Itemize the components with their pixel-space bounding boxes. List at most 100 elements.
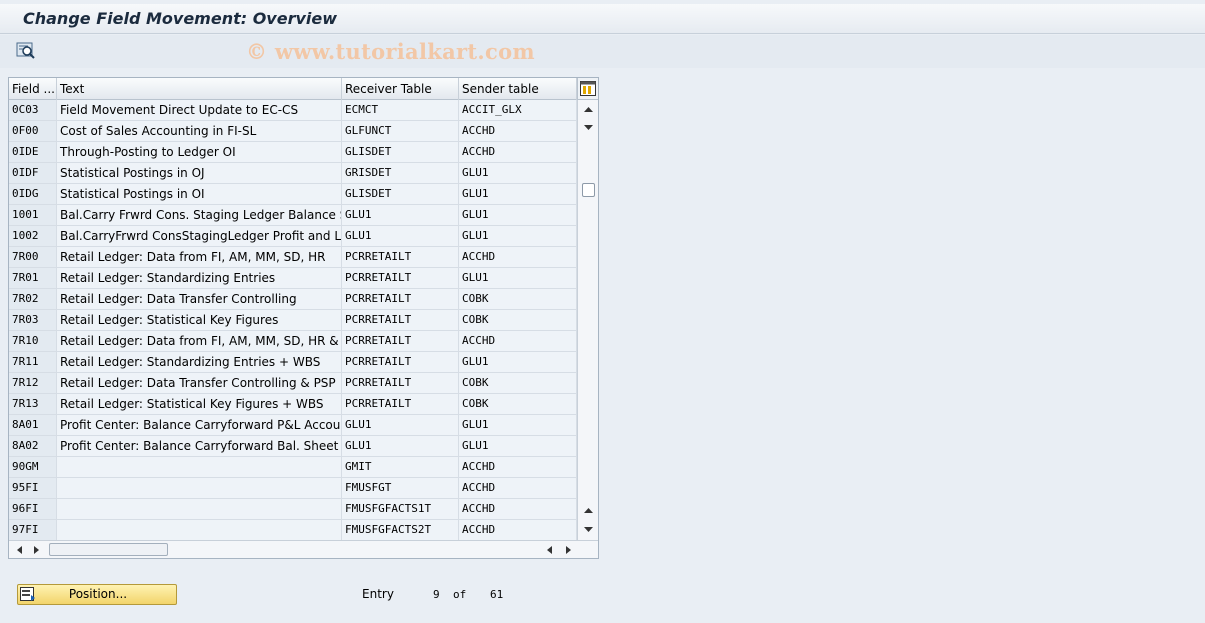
text-cell[interactable] — [57, 520, 342, 540]
table-row[interactable]: 7R00 Retail Ledger: Data from FI, AM, MM,… — [9, 247, 577, 268]
field-key-cell[interactable]: 1001 — [9, 205, 57, 225]
table-row[interactable]: 0F00 Cost of Sales Accounting in FI-SL GLF… — [9, 121, 577, 142]
text-cell[interactable]: Statistical Postings in OJ — [57, 163, 342, 183]
sender-table-cell[interactable]: ACCHD — [459, 331, 577, 351]
table-row[interactable]: 0C03 Field Movement Direct Update to EC-C… — [9, 100, 577, 121]
receiver-table-cell[interactable]: PCRRETAILT — [342, 268, 459, 288]
sender-table-cell[interactable]: COBK — [459, 310, 577, 330]
sender-table-cell[interactable]: ACCHD — [459, 478, 577, 498]
table-row[interactable]: 7R13 Retail Ledger: Statistical Key Figur… — [9, 394, 577, 415]
table-row[interactable]: 1002 Bal.CarryFrwrd ConsStagingLedger Pro… — [9, 226, 577, 247]
field-key-cell[interactable]: 7R00 — [9, 247, 57, 267]
text-cell[interactable]: Profit Center: Balance Carryforward P&L … — [57, 415, 342, 435]
field-key-cell[interactable]: 97FI — [9, 520, 57, 540]
field-key-cell[interactable]: 8A02 — [9, 436, 57, 456]
scroll-left-icon[interactable] — [15, 545, 25, 555]
sender-table-cell[interactable]: ACCHD — [459, 520, 577, 540]
field-key-cell[interactable]: 0IDE — [9, 142, 57, 162]
receiver-table-cell[interactable]: GLU1 — [342, 226, 459, 246]
scroll-up-icon[interactable] — [583, 104, 594, 115]
sender-table-cell[interactable]: ACCHD — [459, 121, 577, 141]
receiver-table-cell[interactable]: FMUSFGFACTS1T — [342, 499, 459, 519]
sender-table-cell[interactable]: ACCHD — [459, 499, 577, 519]
scroll-page-up-icon[interactable] — [583, 505, 594, 516]
text-cell[interactable]: Retail Ledger: Data from FI, AM, MM, SD,… — [57, 331, 342, 351]
text-cell[interactable]: Field Movement Direct Update to EC-CS — [57, 100, 342, 120]
table-row[interactable]: 7R12 Retail Ledger: Data Transfer Control… — [9, 373, 577, 394]
field-key-cell[interactable]: 0C03 — [9, 100, 57, 120]
text-cell[interactable]: Bal.CarryFrwrd ConsStagingLedger Profit … — [57, 226, 342, 246]
receiver-table-cell[interactable]: GLU1 — [342, 415, 459, 435]
text-cell[interactable]: Retail Ledger: Data Transfer Controlling… — [57, 373, 342, 393]
text-cell[interactable]: Retail Ledger: Standardizing Entries — [57, 268, 342, 288]
text-cell[interactable]: Cost of Sales Accounting in FI-SL — [57, 121, 342, 141]
scroll-page-down-icon[interactable] — [583, 524, 594, 535]
scroll-right-icon[interactable] — [31, 545, 41, 555]
receiver-table-cell[interactable]: GLISDET — [342, 142, 459, 162]
table-row[interactable]: 7R01 Retail Ledger: Standardizing Entries… — [9, 268, 577, 289]
text-cell[interactable]: Profit Center: Balance Carryforward Bal.… — [57, 436, 342, 456]
table-row[interactable]: 7R10 Retail Ledger: Data from FI, AM, MM,… — [9, 331, 577, 352]
column-header-sender-table[interactable]: Sender table — [459, 78, 577, 100]
field-key-cell[interactable]: 7R13 — [9, 394, 57, 414]
column-header-field[interactable]: Field ... — [9, 78, 57, 100]
sender-table-cell[interactable]: ACCHD — [459, 247, 577, 267]
field-key-cell[interactable]: 1002 — [9, 226, 57, 246]
text-cell[interactable]: Bal.Carry Frwrd Cons. Staging Ledger Bal… — [57, 205, 342, 225]
receiver-table-cell[interactable]: PCRRETAILT — [342, 394, 459, 414]
field-key-cell[interactable]: 7R10 — [9, 331, 57, 351]
receiver-table-cell[interactable]: PCRRETAILT — [342, 289, 459, 309]
horizontal-scroll-thumb[interactable] — [49, 543, 168, 556]
vertical-scroll-thumb[interactable] — [582, 183, 595, 197]
receiver-table-cell[interactable]: GLISDET — [342, 184, 459, 204]
column-header-receiver-table[interactable]: Receiver Table — [342, 78, 459, 100]
scroll-left-end-icon[interactable] — [545, 545, 555, 555]
table-row[interactable]: 97FI FMUSFGFACTS2T ACCHD — [9, 520, 577, 541]
table-row[interactable]: 96FI FMUSFGFACTS1T ACCHD — [9, 499, 577, 520]
table-row[interactable]: 0IDE Through-Posting to Ledger OI GLISDET A… — [9, 142, 577, 163]
field-key-cell[interactable]: 7R12 — [9, 373, 57, 393]
sender-table-cell[interactable]: COBK — [459, 289, 577, 309]
table-row[interactable]: 0IDG Statistical Postings in OI GLISDET GLU… — [9, 184, 577, 205]
receiver-table-cell[interactable]: PCRRETAILT — [342, 310, 459, 330]
receiver-table-cell[interactable]: PCRRETAILT — [342, 373, 459, 393]
sender-table-cell[interactable]: GLU1 — [459, 184, 577, 204]
sender-table-cell[interactable]: COBK — [459, 373, 577, 393]
field-key-cell[interactable]: 0F00 — [9, 121, 57, 141]
table-row[interactable]: 8A02 Profit Center: Balance Carryforward … — [9, 436, 577, 457]
sender-table-cell[interactable]: COBK — [459, 394, 577, 414]
text-cell[interactable] — [57, 478, 342, 498]
text-cell[interactable] — [57, 457, 342, 477]
field-key-cell[interactable]: 7R01 — [9, 268, 57, 288]
horizontal-scrollbar[interactable] — [9, 540, 598, 558]
column-header-text[interactable]: Text — [57, 78, 342, 100]
text-cell[interactable]: Retail Ledger: Statistical Key Figures +… — [57, 394, 342, 414]
receiver-table-cell[interactable]: GLU1 — [342, 436, 459, 456]
sender-table-cell[interactable]: GLU1 — [459, 163, 577, 183]
receiver-table-cell[interactable]: ECMCT — [342, 100, 459, 120]
table-row[interactable]: 0IDF Statistical Postings in OJ GRISDET GLU… — [9, 163, 577, 184]
receiver-table-cell[interactable]: FMUSFGT — [342, 478, 459, 498]
field-key-cell[interactable]: 8A01 — [9, 415, 57, 435]
text-cell[interactable]: Through-Posting to Ledger OI — [57, 142, 342, 162]
table-row[interactable]: 7R03 Retail Ledger: Statistical Key Figur… — [9, 310, 577, 331]
field-key-cell[interactable]: 0IDF — [9, 163, 57, 183]
position-button[interactable]: Position... — [17, 584, 177, 605]
text-cell[interactable]: Retail Ledger: Statistical Key Figures — [57, 310, 342, 330]
field-key-cell[interactable]: 7R11 — [9, 352, 57, 372]
sender-table-cell[interactable]: ACCIT_GLX — [459, 100, 577, 120]
field-key-cell[interactable]: 95FI — [9, 478, 57, 498]
sender-table-cell[interactable]: GLU1 — [459, 415, 577, 435]
text-cell[interactable] — [57, 499, 342, 519]
field-key-cell[interactable]: 96FI — [9, 499, 57, 519]
text-cell[interactable]: Retail Ledger: Data from FI, AM, MM, SD,… — [57, 247, 342, 267]
search-detail-icon[interactable] — [16, 42, 36, 60]
sender-table-cell[interactable]: GLU1 — [459, 352, 577, 372]
sender-table-cell[interactable]: ACCHD — [459, 457, 577, 477]
table-row[interactable]: 7R02 Retail Ledger: Data Transfer Control… — [9, 289, 577, 310]
column-settings-icon[interactable] — [577, 78, 598, 100]
scroll-down-icon[interactable] — [583, 122, 594, 133]
sender-table-cell[interactable]: ACCHD — [459, 142, 577, 162]
vertical-scrollbar[interactable] — [577, 100, 598, 540]
table-row[interactable]: 90GM GMIT ACCHD — [9, 457, 577, 478]
